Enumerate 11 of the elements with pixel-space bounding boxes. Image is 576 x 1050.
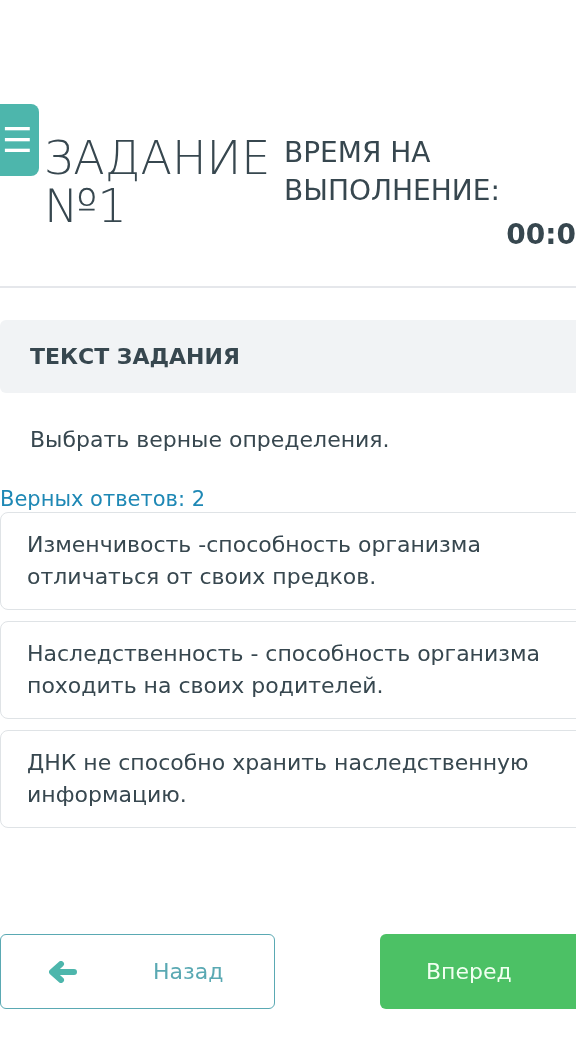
timer-value: 00:0 xyxy=(506,217,576,253)
answers-count: Верных ответов: 2 xyxy=(0,486,207,512)
answer-option[interactable]: Наследственность - способность организма походить на своих родителей. xyxy=(0,621,576,719)
task-title: ЗАДАНИЕ xyxy=(44,134,272,182)
answer-option[interactable]: ДНК не способно хранить наследственную информацию. xyxy=(0,730,576,828)
task-heading-bar: ТЕКСТ ЗАДАНИЯ xyxy=(0,320,576,393)
task-text: Выбрать верные определения. xyxy=(29,426,391,454)
answer-option[interactable]: Изменчивость -способность организма отличаться от своих предков. xyxy=(0,512,576,610)
task-number: №1 xyxy=(44,182,127,230)
timer-label: ВРЕМЯ НА ВЫПОЛНЕНИЕ: xyxy=(283,135,501,209)
arrow-left-icon xyxy=(49,960,77,983)
